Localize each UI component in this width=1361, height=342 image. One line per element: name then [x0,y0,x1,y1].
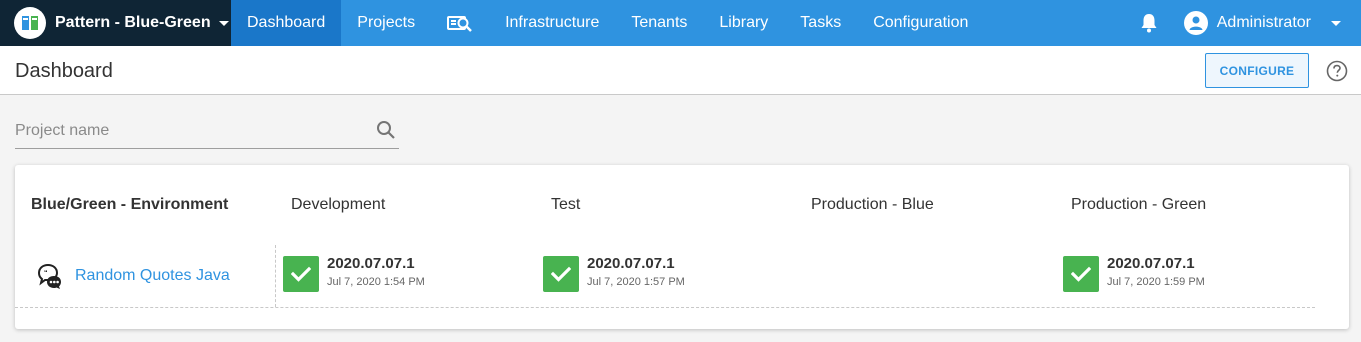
nav-tasks[interactable]: Tasks [784,0,857,46]
deployment-date: Jul 7, 2020 1:57 PM [587,276,685,288]
nav-tenants[interactable]: Tenants [615,0,703,46]
project-name-input[interactable] [15,112,355,148]
nav-library[interactable]: Library [703,0,784,46]
user-name: Administrator [1216,14,1311,31]
env-header-development: Development [291,196,386,213]
nav-search[interactable] [431,0,489,46]
env-header-production-green: Production - Green [1071,196,1207,213]
page-header: Dashboard CONFIGURE [0,46,1361,95]
deployment-date: Jul 7, 2020 1:59 PM [1107,276,1205,288]
release-version: 2020.07.07.1 [327,255,415,272]
space-logo-icon [14,7,46,39]
deployment-development[interactable]: 2020.07.07.1 Jul 7, 2020 1:54 PM [283,256,425,292]
nav-projects[interactable]: Projects [341,0,431,46]
success-check-icon [1063,256,1099,292]
search-icon[interactable] [375,119,397,141]
nav-right: Administrator [1140,0,1361,46]
column-divider [275,245,276,307]
deployment-production-green[interactable]: 2020.07.07.1 Jul 7, 2020 1:59 PM [1063,256,1205,292]
space-name: Pattern - Blue-Green [55,14,211,31]
project-link-random-quotes-java[interactable]: Random Quotes Java [75,267,230,285]
page-title: Dashboard [15,60,113,82]
space-switcher[interactable]: Pattern - Blue-Green [0,0,231,46]
help-icon[interactable] [1326,60,1348,82]
svg-text:“: “ [44,270,48,277]
project-search [15,112,399,149]
release-version: 2020.07.07.1 [1107,255,1195,272]
env-header-test: Test [551,196,581,213]
row-divider [15,307,1315,308]
search-icon [447,16,472,32]
chevron-down-icon [1331,20,1341,26]
project-logo-icon: “ [37,263,61,289]
success-check-icon [543,256,579,292]
dashboard-project-group: Blue/Green - Environment Development Tes… [15,165,1349,329]
release-version: 2020.07.07.1 [587,255,675,272]
user-menu[interactable]: Administrator [1183,11,1341,35]
avatar-icon [1183,11,1208,35]
project-row-label: “ Random Quotes Java [35,261,230,291]
success-check-icon [283,256,319,292]
deployment-date: Jul 7, 2020 1:54 PM [327,276,425,288]
configure-button[interactable]: CONFIGURE [1205,53,1309,88]
nav-dashboard[interactable]: Dashboard [231,0,342,46]
chevron-down-icon [218,20,229,26]
group-header: Blue/Green - Environment [31,196,229,213]
deployment-test[interactable]: 2020.07.07.1 Jul 7, 2020 1:57 PM [543,256,685,292]
top-navigation: Pattern - Blue-Green Dashboard Projects … [0,0,1361,46]
env-header-production-blue: Production - Blue [811,196,934,213]
notifications-bell-icon[interactable] [1140,13,1158,33]
nav-infrastructure[interactable]: Infrastructure [489,0,615,46]
nav-configuration[interactable]: Configuration [857,0,984,46]
